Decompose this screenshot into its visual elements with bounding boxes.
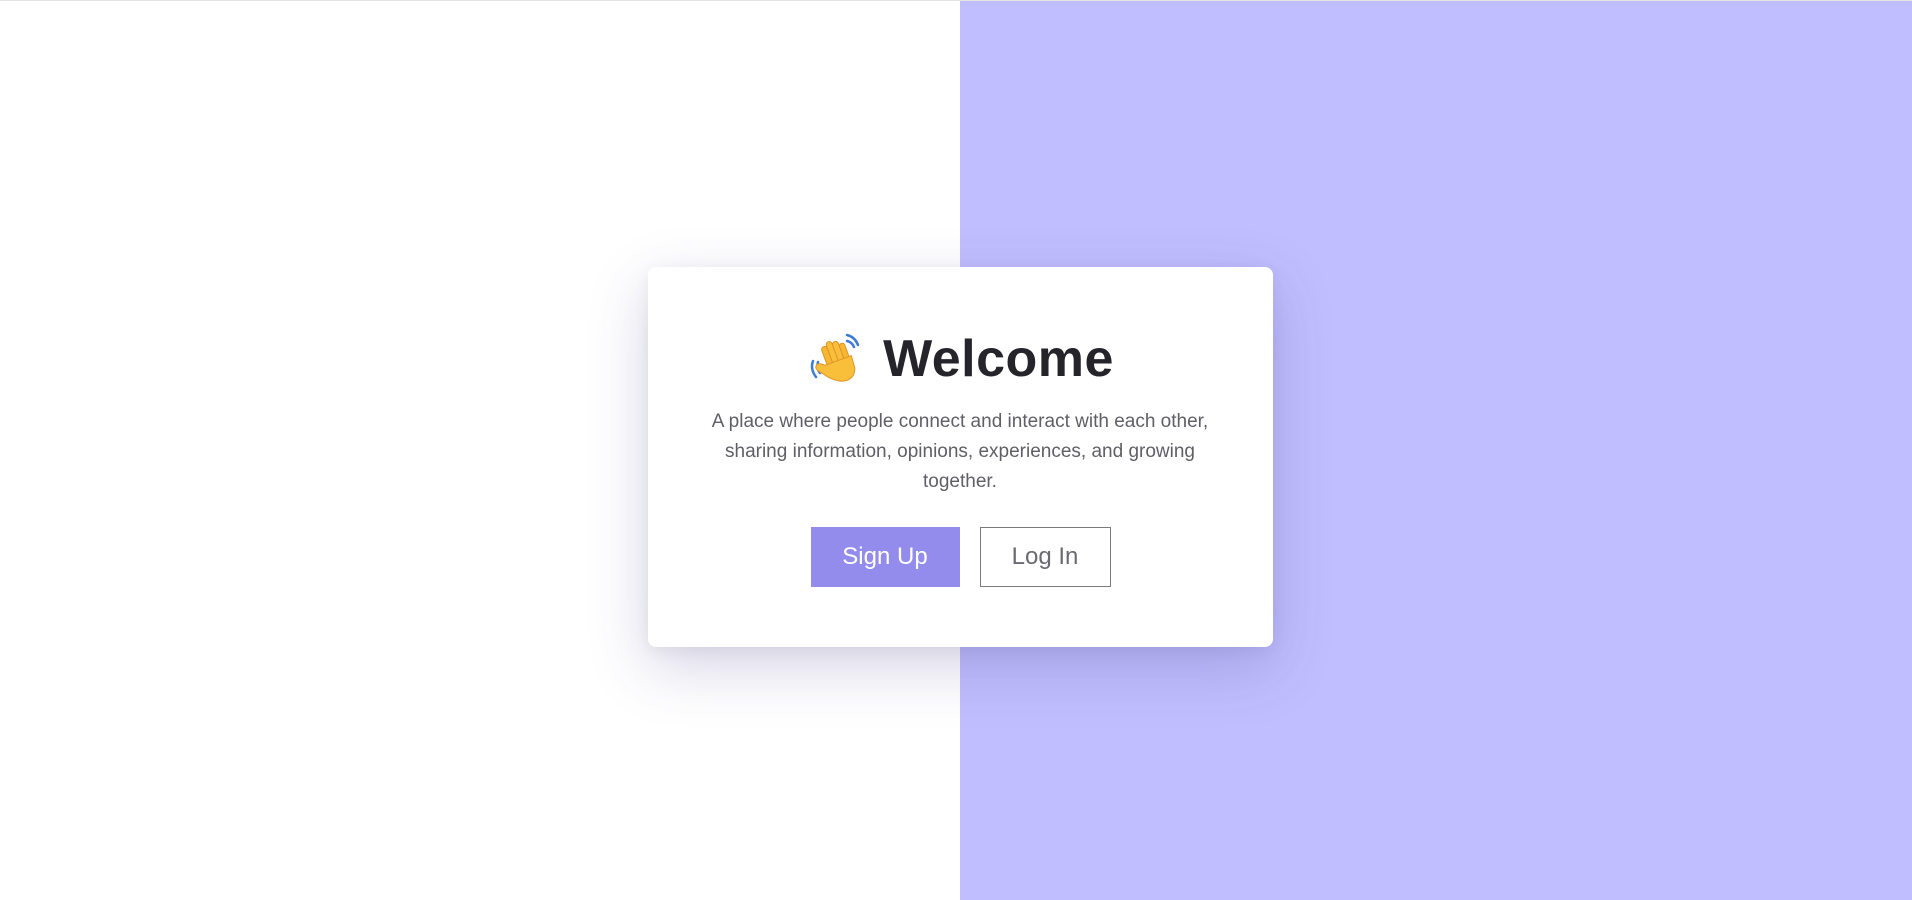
auth-actions: Sign Up Log In	[648, 527, 1273, 587]
welcome-card: Welcome A place where people connect and…	[648, 267, 1273, 647]
welcome-heading: Welcome	[648, 327, 1273, 391]
waving-hand-icon	[807, 331, 863, 387]
welcome-description: A place where people connect and interac…	[711, 411, 1209, 492]
page-title: Welcome	[883, 330, 1114, 388]
sign-up-button[interactable]: Sign Up	[810, 527, 960, 587]
log-in-button[interactable]: Log In	[979, 527, 1111, 587]
